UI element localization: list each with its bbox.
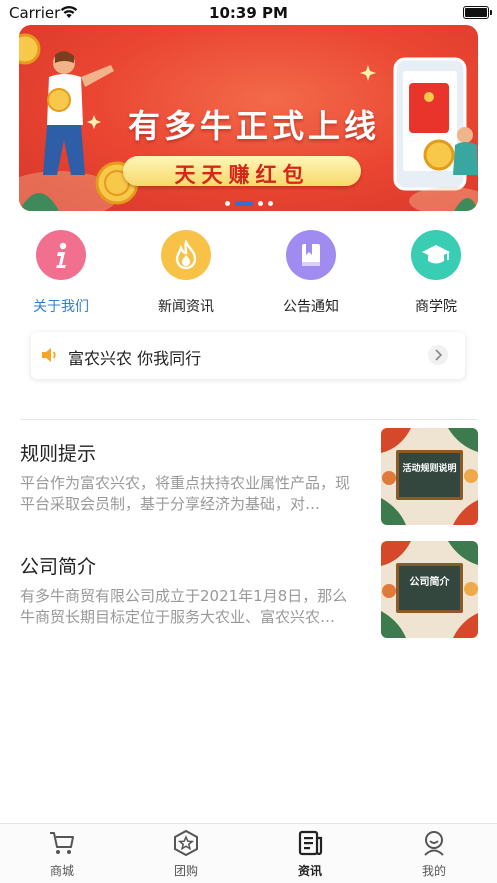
profile-icon — [424, 831, 444, 856]
floral-chalkboard-image — [381, 428, 478, 525]
tab-group-buy[interactable]: 团购 — [146, 829, 226, 879]
menu-label-announcements: 公告通知 — [283, 299, 339, 315]
menu-item-academy[interactable]: 商学院 — [386, 230, 486, 316]
info-icon — [36, 230, 86, 280]
menu-label-news: 新闻资讯 — [158, 299, 214, 315]
banner-subtitle: 天天赚红包 — [174, 163, 310, 187]
section-divider — [20, 419, 477, 420]
article-thumbnail: 公司简介 — [381, 541, 478, 638]
bottom-tab-bar: 商城 团购 资讯 我的 — [0, 823, 497, 883]
tab-label: 商城 — [49, 864, 74, 878]
tab-label: 团购 — [173, 864, 198, 878]
banner-dot[interactable] — [224, 200, 230, 206]
banner-dot-active[interactable] — [234, 200, 253, 206]
banner-dot[interactable] — [267, 200, 273, 206]
article-description: 平台作为富农兴农，将重点扶持农业属性产品，现平台采取会员制，基于分享经济为基础，… — [20, 474, 351, 513]
tab-news[interactable]: 资讯 — [270, 830, 350, 879]
graduation-cap-icon — [411, 230, 461, 280]
battery-icon — [463, 6, 492, 19]
article-thumbnail: 活动规则说明 — [381, 428, 478, 525]
speaker-icon — [42, 348, 56, 362]
tab-label: 我的 — [421, 864, 446, 878]
flame-icon — [161, 230, 211, 280]
thumbnail-caption: 公司简介 — [409, 577, 450, 588]
article-description: 有多牛商贸有限公司成立于2021年1月8日，那么牛商贸长期目标定位于服务大农业、… — [20, 587, 348, 626]
menu-label-academy: 商学院 — [415, 299, 457, 315]
bookmark-icon — [286, 230, 336, 280]
cart-icon — [50, 832, 74, 854]
tab-label: 资讯 — [297, 864, 322, 878]
banner-title: 有多牛正式上线 — [127, 107, 380, 145]
quick-menu: 关于我们 新闻资讯 公告通知 商学院 — [0, 230, 497, 320]
article-item-rules[interactable]: 规则提示 平台作为富农兴农，将重点扶持农业属性产品，现平台采取会员制，基于分享经… — [0, 427, 497, 527]
chevron-right-icon[interactable] — [428, 345, 448, 365]
banner-pagination — [0, 198, 497, 208]
notice-text: 富农兴农 你我同行 — [68, 349, 202, 368]
star-badge-icon — [174, 829, 198, 857]
article-item-company[interactable]: 公司简介 有多牛商贸有限公司成立于2021年1月8日，那么牛商贸长期目标定位于服… — [0, 540, 497, 640]
article-title: 公司简介 — [20, 556, 97, 578]
status-bar: Carrier 10:39 PM — [0, 0, 497, 26]
menu-label-about: 关于我们 — [33, 299, 89, 315]
article-title: 规则提示 — [20, 443, 97, 465]
menu-item-announcements[interactable]: 公告通知 — [261, 230, 361, 316]
tab-profile[interactable]: 我的 — [394, 830, 474, 879]
floral-chalkboard-image — [381, 541, 478, 638]
thumbnail-caption: 活动规则说明 — [402, 464, 457, 474]
notice-bar[interactable]: 富农兴农 你我同行 — [31, 332, 465, 379]
news-icon — [298, 830, 323, 856]
promo-banner[interactable]: 有多牛正式上线 天天赚红包 — [19, 25, 478, 211]
status-time: 10:39 PM — [209, 4, 288, 22]
menu-item-news[interactable]: 新闻资讯 — [136, 230, 236, 316]
tab-mall[interactable]: 商城 — [22, 830, 102, 879]
menu-item-about[interactable]: 关于我们 — [11, 230, 111, 316]
banner-dot[interactable] — [257, 200, 263, 206]
